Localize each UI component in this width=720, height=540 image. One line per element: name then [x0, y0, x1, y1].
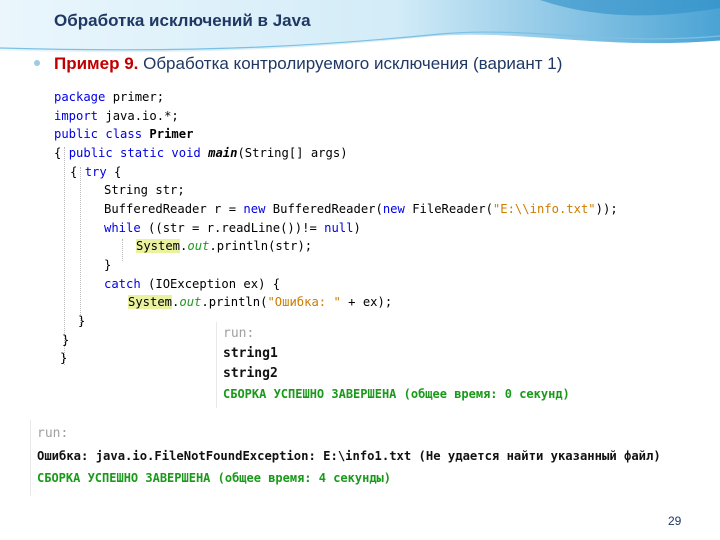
indent-guide: [122, 239, 123, 261]
output-line: string1: [223, 346, 278, 361]
code-line: public class Primer: [54, 127, 194, 141]
output-panel-error: run: Ошибка: java.io.FileNotFoundExcepti…: [30, 420, 720, 496]
code-line: BufferedReader r = new BufferedReader(ne…: [104, 202, 618, 216]
bullet-example-heading: Пример 9. Обработка контролируемого искл…: [34, 54, 562, 74]
output-error-line: Ошибка: java.io.FileNotFoundException: E…: [37, 449, 661, 463]
output-run-label: run:: [37, 426, 69, 441]
code-line: { try {: [70, 165, 122, 179]
code-line: }: [104, 258, 112, 272]
output-line: string2: [223, 366, 278, 381]
code-line: String str;: [104, 183, 185, 197]
code-line: System.out.println(str);: [136, 239, 313, 253]
indent-guide: [80, 167, 81, 327]
code-line: System.out.println("Ошибка: " + ex);: [128, 295, 393, 309]
code-line: catch (IOException ex) {: [104, 277, 281, 291]
code-line: while ((str = r.readLine())!= null): [104, 221, 361, 235]
output-build-status: СБОРКА УСПЕШНО ЗАВЕРШЕНА (общее время: 0…: [223, 387, 570, 401]
bullet-dot-icon: [34, 59, 40, 66]
code-line: }: [78, 314, 86, 328]
code-line: }: [60, 351, 68, 365]
code-line: import java.io.*;: [54, 109, 179, 123]
page-number: 29: [668, 514, 682, 528]
output-run-label: run:: [223, 326, 255, 341]
output-panel-success: run: string1 string2 СБОРКА УСПЕШНО ЗАВЕ…: [216, 322, 653, 408]
output-build-status: СБОРКА УСПЕШНО ЗАВЕРШЕНА (общее время: 4…: [37, 471, 392, 485]
bullet-text: Обработка контролируемого исключения (ва…: [138, 54, 563, 73]
slide-title: Обработка исключений в Java: [54, 11, 311, 30]
bullet-bold-label: Пример 9.: [54, 54, 139, 73]
code-line: package primer;: [54, 90, 165, 104]
code-line: }: [62, 333, 70, 347]
code-line: { public static void main(String[] args): [54, 146, 348, 160]
